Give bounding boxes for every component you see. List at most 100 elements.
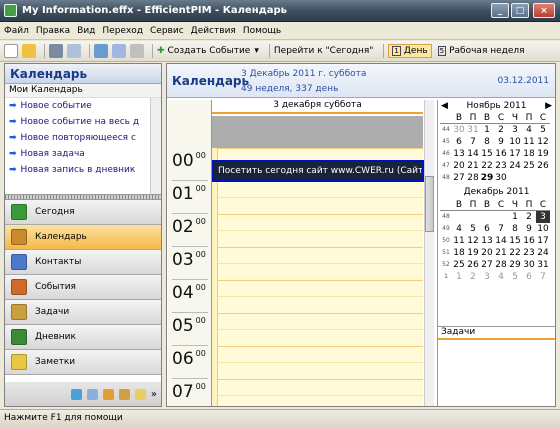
nav-item-6[interactable]: Заметки (5, 350, 161, 375)
command-item[interactable]: ➡ Новое событие (5, 98, 147, 114)
menu-item-1[interactable]: Правка (36, 26, 70, 36)
key-icon[interactable] (118, 388, 130, 400)
calendar-day[interactable]: 30 (494, 172, 508, 184)
calendar-day[interactable]: 7 (536, 271, 550, 283)
calendar-day[interactable]: 17 (536, 235, 550, 247)
calendar-day[interactable]: 29 (480, 172, 494, 184)
day-view-button[interactable]: 1 День (388, 44, 432, 58)
goto-today-button[interactable]: Перейти к "Сегодня" (274, 46, 374, 56)
calendar-day[interactable]: 9 (494, 136, 508, 148)
calendar-day[interactable]: 17 (508, 148, 522, 160)
calendar-day[interactable]: 4 (452, 223, 466, 235)
event-item[interactable]: Посетить сегодня сайт www.CWER.ru (Сайт (212, 160, 424, 182)
nav-item-5[interactable]: Дневник (5, 325, 161, 350)
calendar-day[interactable]: 21 (494, 247, 508, 259)
calendar-day[interactable]: 1 (480, 124, 494, 136)
calendar-day[interactable]: 28 (466, 172, 480, 184)
calendar-day[interactable]: 10 (508, 136, 522, 148)
calendar-day[interactable]: 22 (508, 247, 522, 259)
more-chevron-icon[interactable]: » (151, 389, 157, 400)
calendar-day[interactable]: 30 (522, 259, 536, 271)
menu-item-0[interactable]: Файл (4, 26, 29, 36)
calendar-day[interactable]: 12 (536, 136, 550, 148)
nav-item-4[interactable]: Задачи (5, 300, 161, 325)
calendar-day[interactable]: 2 (466, 271, 480, 283)
all-day-area[interactable] (212, 116, 423, 148)
calendar-day[interactable]: 1 (452, 271, 466, 283)
globe-icon[interactable] (102, 388, 114, 400)
calendar-day[interactable]: 31 (466, 124, 480, 136)
prev-month-icon[interactable]: ◀ (441, 101, 448, 111)
calendar-day[interactable]: 27 (452, 172, 466, 184)
paste-icon[interactable] (130, 44, 144, 58)
calendar-day[interactable]: 11 (452, 235, 466, 247)
calendar-day[interactable]: 3 (480, 271, 494, 283)
calendar-day[interactable]: 19 (466, 247, 480, 259)
calendar-day[interactable]: 30 (452, 124, 466, 136)
calendar-day[interactable]: 29 (508, 259, 522, 271)
calendar-day[interactable]: 9 (522, 223, 536, 235)
calendar-day[interactable]: 5 (466, 223, 480, 235)
command-item[interactable]: ➡ Новая запись в дневник (5, 162, 147, 178)
calendar-day[interactable]: 23 (494, 160, 508, 172)
calendar-day[interactable]: 18 (452, 247, 466, 259)
calendar-day[interactable]: 18 (522, 148, 536, 160)
calendar-day[interactable]: 3 (508, 124, 522, 136)
calendar-day[interactable]: 7 (466, 136, 480, 148)
calendar-day[interactable]: 14 (466, 148, 480, 160)
time-grid[interactable] (212, 148, 423, 406)
minimize-button[interactable]: _ (491, 3, 509, 18)
scroll-thumb[interactable] (425, 176, 434, 232)
calendar-day[interactable]: 6 (480, 223, 494, 235)
calendar-day[interactable]: 1 (508, 211, 522, 223)
menu-item-5[interactable]: Действия (191, 26, 236, 36)
nav-item-0[interactable]: Сегодня (5, 200, 161, 225)
calendar-day[interactable]: 24 (508, 160, 522, 172)
calendar-day[interactable]: 10 (536, 223, 550, 235)
open-folder-icon[interactable] (22, 44, 36, 58)
calendar-day[interactable]: 6 (452, 136, 466, 148)
calendar-day[interactable]: 26 (536, 160, 550, 172)
copy-icon[interactable] (112, 44, 126, 58)
calendar-day[interactable]: 8 (508, 223, 522, 235)
calendar-day[interactable]: 12 (466, 235, 480, 247)
command-item[interactable]: ➡ Новое повторяющееся с (5, 130, 147, 146)
calendar-day[interactable]: 25 (452, 259, 466, 271)
calendar-day[interactable]: 13 (452, 148, 466, 160)
calendar-day[interactable]: 25 (522, 160, 536, 172)
calendar-day[interactable]: 19 (536, 148, 550, 160)
day-scrollbar[interactable] (424, 100, 434, 406)
calendar-day[interactable]: 4 (494, 271, 508, 283)
calendar-day[interactable]: 13 (480, 235, 494, 247)
menu-item-2[interactable]: Вид (77, 26, 95, 36)
calendar-day[interactable]: 28 (494, 259, 508, 271)
calendar-day[interactable]: 5 (508, 271, 522, 283)
calendar-day[interactable]: 16 (522, 235, 536, 247)
calendar-day[interactable]: 15 (508, 235, 522, 247)
nav-item-3[interactable]: События (5, 275, 161, 300)
calendar-day[interactable]: 24 (536, 247, 550, 259)
sync-icon[interactable] (70, 388, 82, 400)
new-event-button[interactable]: ✚ Создать Событие ▾ (157, 46, 259, 56)
calendar-day[interactable]: 14 (494, 235, 508, 247)
calendar-day[interactable]: 4 (522, 124, 536, 136)
calendar-day[interactable]: 20 (480, 247, 494, 259)
calendar-day[interactable]: 23 (522, 247, 536, 259)
new-file-icon[interactable] (4, 44, 18, 58)
command-item[interactable]: ➡ Новая задача (5, 146, 147, 162)
close-button[interactable]: × (533, 3, 555, 18)
calendar-day[interactable]: 26 (466, 259, 480, 271)
search-icon[interactable] (86, 388, 98, 400)
calendar-day[interactable]: 6 (522, 271, 536, 283)
calendar-day[interactable]: 7 (494, 223, 508, 235)
note-icon[interactable] (134, 388, 146, 400)
preview-icon[interactable] (67, 44, 81, 58)
calendar-day[interactable]: 2 (522, 211, 536, 223)
nav-item-1[interactable]: Календарь (5, 225, 161, 250)
menu-item-4[interactable]: Сервис (150, 26, 184, 36)
calendar-day[interactable]: 3 (536, 211, 550, 223)
calendar-day[interactable]: 20 (452, 160, 466, 172)
commands-scrollbar[interactable] (150, 98, 161, 194)
next-month-icon[interactable]: ▶ (545, 101, 552, 111)
calendar-day[interactable]: 5 (536, 124, 550, 136)
